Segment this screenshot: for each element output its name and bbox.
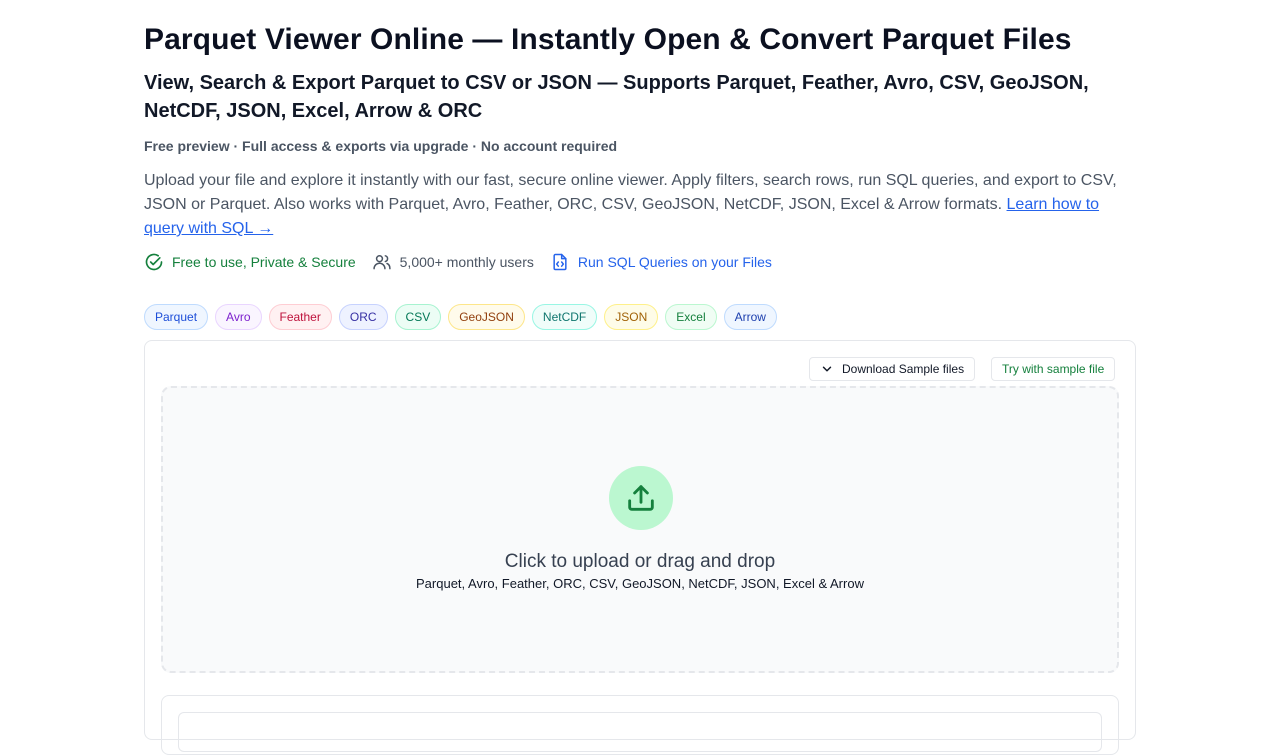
format-chip-arrow: Arrow: [723, 304, 777, 330]
upload-icon-circle: [609, 466, 673, 530]
feature-users: 5,000+ monthly users: [372, 252, 534, 272]
format-chip-netcdf: NetCDF: [531, 304, 598, 330]
format-chips: Parquet Avro Feather ORC CSV GeoJSON NetCDF JSO…: [144, 304, 784, 330]
format-chip-excel: Excel: [665, 304, 717, 330]
dropzone-subtitle: Parquet, Avro, Feather, ORC, CSV, GeoJSO…: [416, 576, 864, 591]
feature-free: Free to use, Private & Secure: [144, 252, 356, 272]
tagline: Free preview · Full access & exports via…: [144, 138, 618, 154]
format-chip-csv: CSV: [394, 304, 442, 330]
page-subtitle: View, Search & Export Parquet to CSV or …: [144, 72, 1089, 122]
format-chip-orc: ORC: [338, 304, 388, 330]
page-title: Parquet Viewer Online — Instantly Open &…: [144, 23, 1072, 56]
format-chip-feather: Feather: [268, 304, 332, 330]
try-sample-label: Try with sample file: [1002, 362, 1105, 376]
chevron-down-icon: [822, 366, 832, 372]
feature-free-label: Free to use, Private & Secure: [172, 254, 356, 270]
dropzone-title: Click to upload or drag and drop: [504, 551, 776, 572]
feature-sql[interactable]: Run SQL Queries on your Files: [550, 252, 772, 272]
try-sample-button[interactable]: Try with sample file: [991, 357, 1116, 381]
download-samples-button[interactable]: Download Sample files: [809, 357, 976, 381]
upload-icon: [628, 485, 654, 511]
format-chip-json: JSON: [604, 304, 659, 330]
format-chip-avro: Avro: [215, 304, 262, 330]
upload-panel: Download Sample files Try with sample fi…: [144, 340, 1136, 755]
format-chip-parquet: Parquet: [144, 304, 209, 330]
check-circle-icon: [145, 253, 163, 271]
download-samples-label: Download Sample files: [842, 362, 965, 376]
feature-row: Free to use, Private & Secure 5,000+ mon…: [144, 250, 788, 274]
description: Upload your file and explore it instantl…: [144, 169, 1124, 241]
sql-file-icon: [553, 253, 567, 271]
description-text: Upload your file and explore it instantl…: [144, 172, 1117, 213]
lower-card: [161, 695, 1119, 755]
feature-sql-label: Run SQL Queries on your Files: [577, 254, 772, 270]
feature-users-label: 5,000+ monthly users: [399, 254, 534, 270]
users-icon: [372, 255, 391, 270]
lower-inner-box: [178, 712, 1102, 752]
dropzone[interactable]: Click to upload or drag and drop Parquet…: [161, 386, 1119, 673]
format-chip-geojson: GeoJSON: [448, 304, 525, 330]
